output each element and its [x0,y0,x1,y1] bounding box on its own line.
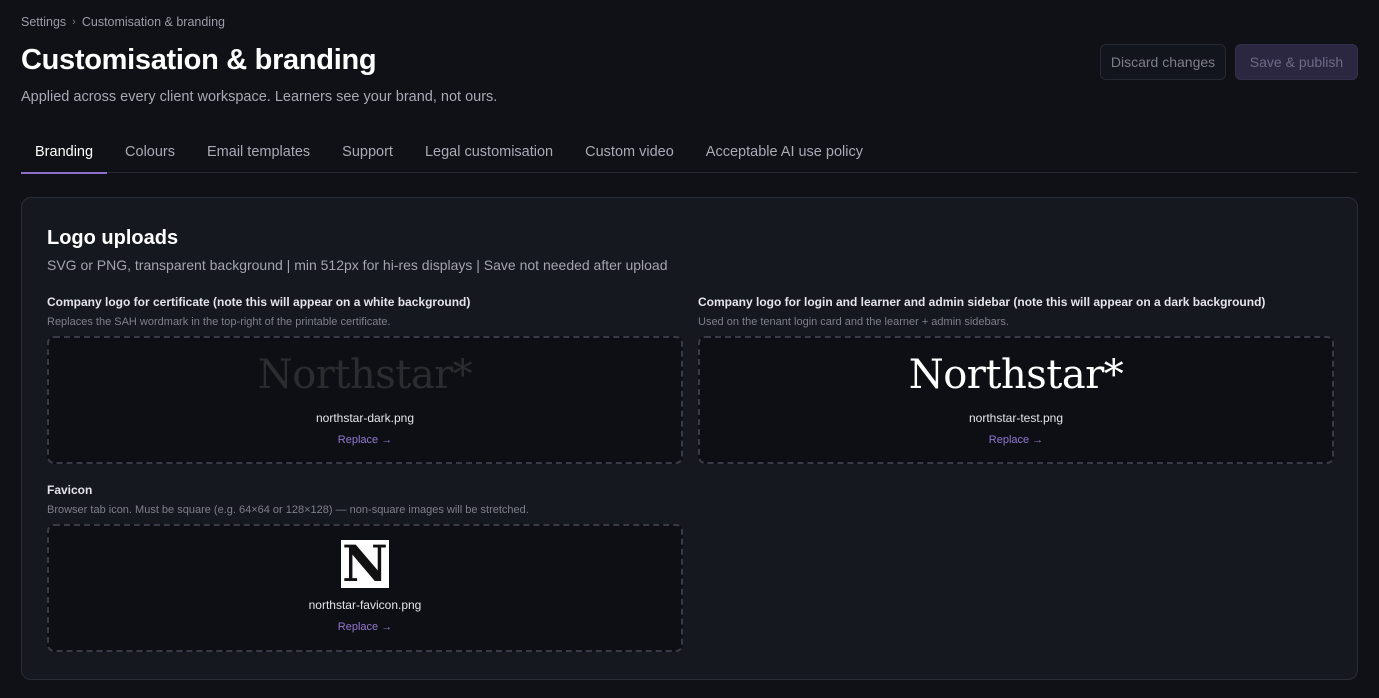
certificate-logo-field: Company logo for certificate (note this … [47,295,683,464]
card-title: Logo uploads [47,227,179,249]
sidebar-logo-field: Company logo for login and learner and a… [698,295,1334,464]
sidebar-logo-file-name: northstar-test.png [968,411,1064,425]
favicon-field: Favicon Browser tab icon. Must be square… [47,483,683,652]
card-subtitle: SVG or PNG, transparent background | min… [47,257,668,273]
logo-uploads-card: Logo uploads SVG or PNG, transparent bac… [21,197,1358,680]
favicon-label: Favicon [47,483,93,497]
settings-tabs: Branding Colours Email templates Support… [21,131,1358,174]
favicon-replace-link[interactable]: Replace → [49,621,681,633]
tab-email-templates[interactable]: Email templates [193,131,324,173]
tab-support[interactable]: Support [328,131,407,173]
tab-branding[interactable]: Branding [21,131,108,174]
sidebar-logo-preview: Northstar* [908,352,1124,398]
header-actions: Discard changes Save & publish [1100,44,1358,80]
sidebar-logo-help: Used on the tenant login card and the le… [698,316,1009,328]
favicon-file-name: northstar-favicon.png [308,598,422,612]
breadcrumb-current: Customisation & branding [81,15,225,29]
tab-colours[interactable]: Colours [111,131,189,173]
sidebar-logo-label: Company logo for login and learner and a… [698,295,1266,309]
certificate-logo-help: Replaces the SAH wordmark in the top-rig… [47,316,391,328]
certificate-logo-label: Company logo for certificate (note this … [47,295,471,309]
breadcrumb: Settings › Customisation & branding [21,15,225,29]
certificate-logo-file-name: northstar-dark.png [315,411,415,425]
sidebar-logo-replace-link[interactable]: Replace → [700,434,1332,446]
save-publish-button[interactable]: Save & publish [1235,44,1358,80]
favicon-preview: N [341,534,389,593]
page-title: Customisation & branding [21,44,377,76]
favicon-preview-letter: N [342,534,388,593]
settings-page: Settings › Customisation & branding Cust… [0,0,1379,698]
breadcrumb-separator: › [72,16,76,28]
favicon-help: Browser tab icon. Must be square (e.g. 6… [47,504,529,516]
favicon-dropzone[interactable]: N northstar-favicon.png Replace → [47,524,683,652]
certificate-logo-dropzone[interactable]: Northstar* northstar-dark.png Replace → [47,336,683,464]
certificate-logo-preview: Northstar* [257,352,473,398]
page-subtitle: Applied across every client workspace. L… [21,89,498,105]
discard-changes-button[interactable]: Discard changes [1100,44,1226,80]
tab-custom-video[interactable]: Custom video [571,131,688,173]
breadcrumb-settings[interactable]: Settings [21,15,66,29]
tab-legal-customisation[interactable]: Legal customisation [411,131,567,173]
tab-acceptable-ai-use-policy[interactable]: Acceptable AI use policy [692,131,877,173]
certificate-logo-replace-link[interactable]: Replace → [49,434,681,446]
sidebar-logo-dropzone[interactable]: Northstar* northstar-test.png Replace → [698,336,1334,464]
